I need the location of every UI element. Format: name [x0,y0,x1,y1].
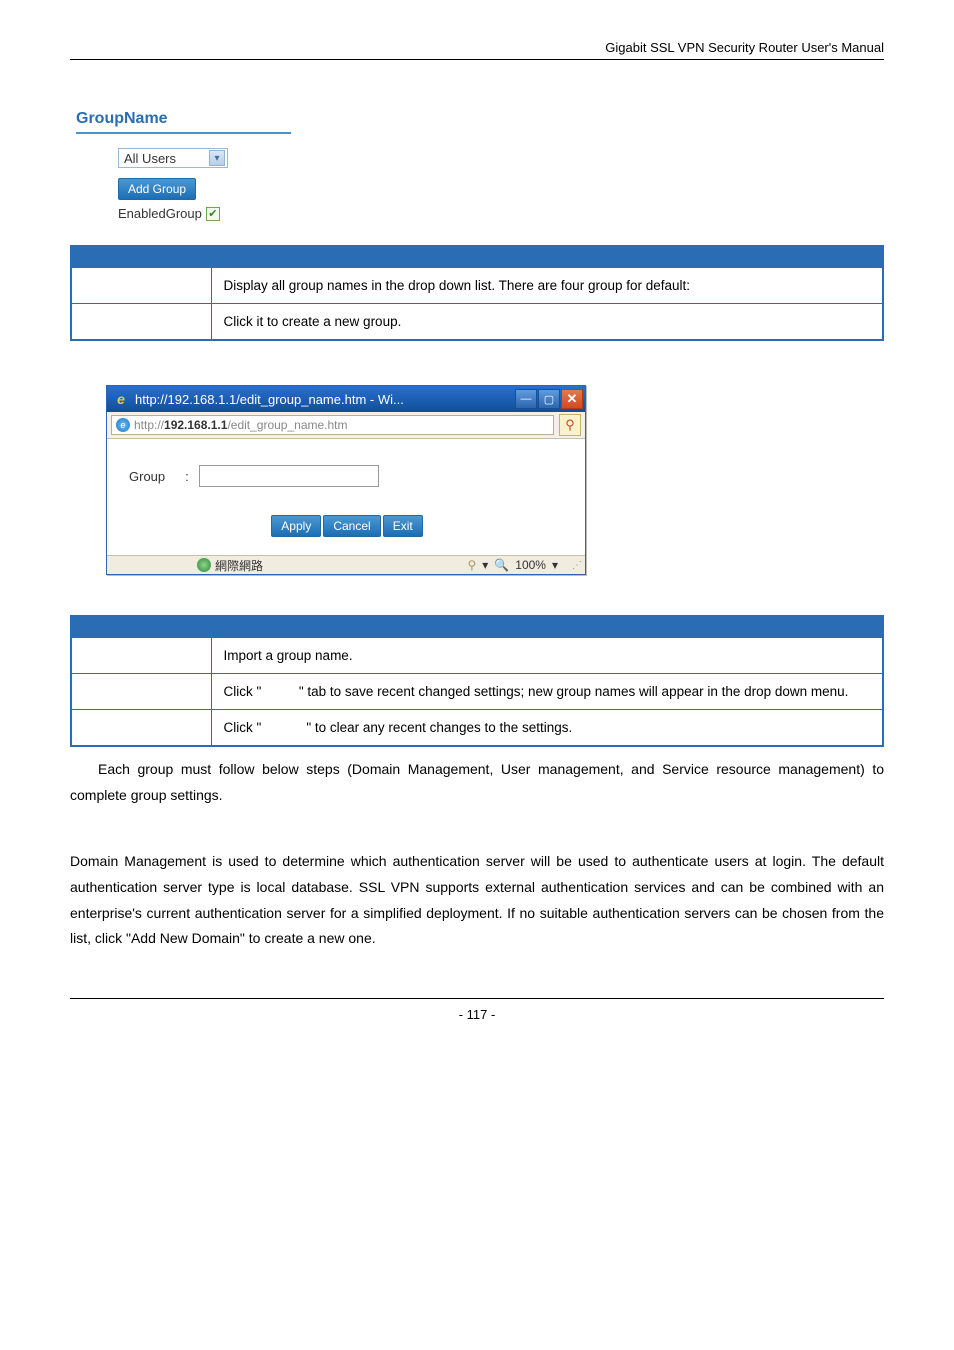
table-cell: Click it to create a new group. [211,304,883,341]
group-select-value: All Users [124,151,176,166]
exit-button[interactable]: Exit [383,515,423,537]
table-cell-left [71,268,211,304]
table-cell: Click " " to clear any recent changes to… [211,710,883,747]
zoom-icon: 🔍 [494,558,509,572]
ie-small-icon: e [116,418,130,432]
enabled-group-checkbox[interactable]: ✔ [206,207,220,221]
url-prefix: http:// [134,418,164,432]
group-field-sep: : [185,469,189,484]
table-cell-left [71,710,211,747]
chevron-down-icon: ▾ [209,150,225,166]
table-cell-left [71,304,211,341]
close-button[interactable]: ✕ [561,389,583,409]
dropdown-icon[interactable]: ▾ [482,558,488,572]
url-path: /edit_group_name.htm [227,418,347,432]
group-name-input[interactable] [199,465,379,487]
zoom-value: 100% [515,558,546,572]
paragraph: Domain Management is used to determine w… [70,849,884,953]
add-group-button[interactable]: Add Group [118,178,196,200]
globe-icon [197,558,211,572]
address-bar: e http://192.168.1.1/edit_group_name.htm… [107,412,585,439]
popup-title-text: http://192.168.1.1/edit_group_name.htm -… [135,392,404,407]
apply-button[interactable]: Apply [271,515,321,537]
enabled-group-label: EnabledGroup [118,206,202,221]
popup-statusbar: 網際網路 ⚲ ▾ 🔍 100% ▾ ⋰ [107,555,585,574]
section-heading: GroupName [76,110,291,134]
status-zone-text: 網際網路 [215,557,263,574]
popup-titlebar: e http://192.168.1.1/edit_group_name.htm… [107,386,585,412]
group-select[interactable]: All Users ▾ [118,148,228,168]
maximize-button[interactable]: ▢ [538,389,560,409]
paragraph: Each group must follow below steps (Doma… [70,757,884,809]
resize-grip-icon: ⋰ [572,560,579,571]
cancel-button[interactable]: Cancel [323,515,380,537]
footer-rule [70,998,884,999]
url-host: 192.168.1.1 [164,418,227,432]
popup-window: e http://192.168.1.1/edit_group_name.htm… [106,385,586,575]
header-rule [70,59,884,60]
minimize-button[interactable]: — [515,389,537,409]
doc-header: Gigabit SSL VPN Security Router User's M… [70,40,884,55]
table-cell-left [71,674,211,710]
group-field-label: Group [129,469,165,484]
pin-icon[interactable]: ⚲ [559,414,581,436]
table-cell: Display all group names in the drop down… [211,268,883,304]
description-table-1: Display all group names in the drop down… [70,245,884,341]
page-number: - 117 - [70,1007,884,1022]
lock-icon: ⚲ [467,558,476,572]
ie-icon: e [113,391,129,407]
url-input[interactable]: e http://192.168.1.1/edit_group_name.htm [111,415,554,435]
table-cell-left [71,638,211,674]
zoom-dropdown-icon[interactable]: ▾ [552,558,558,572]
description-table-2: Import a group name. Click " " tab to sa… [70,615,884,747]
table-cell: Import a group name. [211,638,883,674]
table-cell: Click " " tab to save recent changed set… [211,674,883,710]
